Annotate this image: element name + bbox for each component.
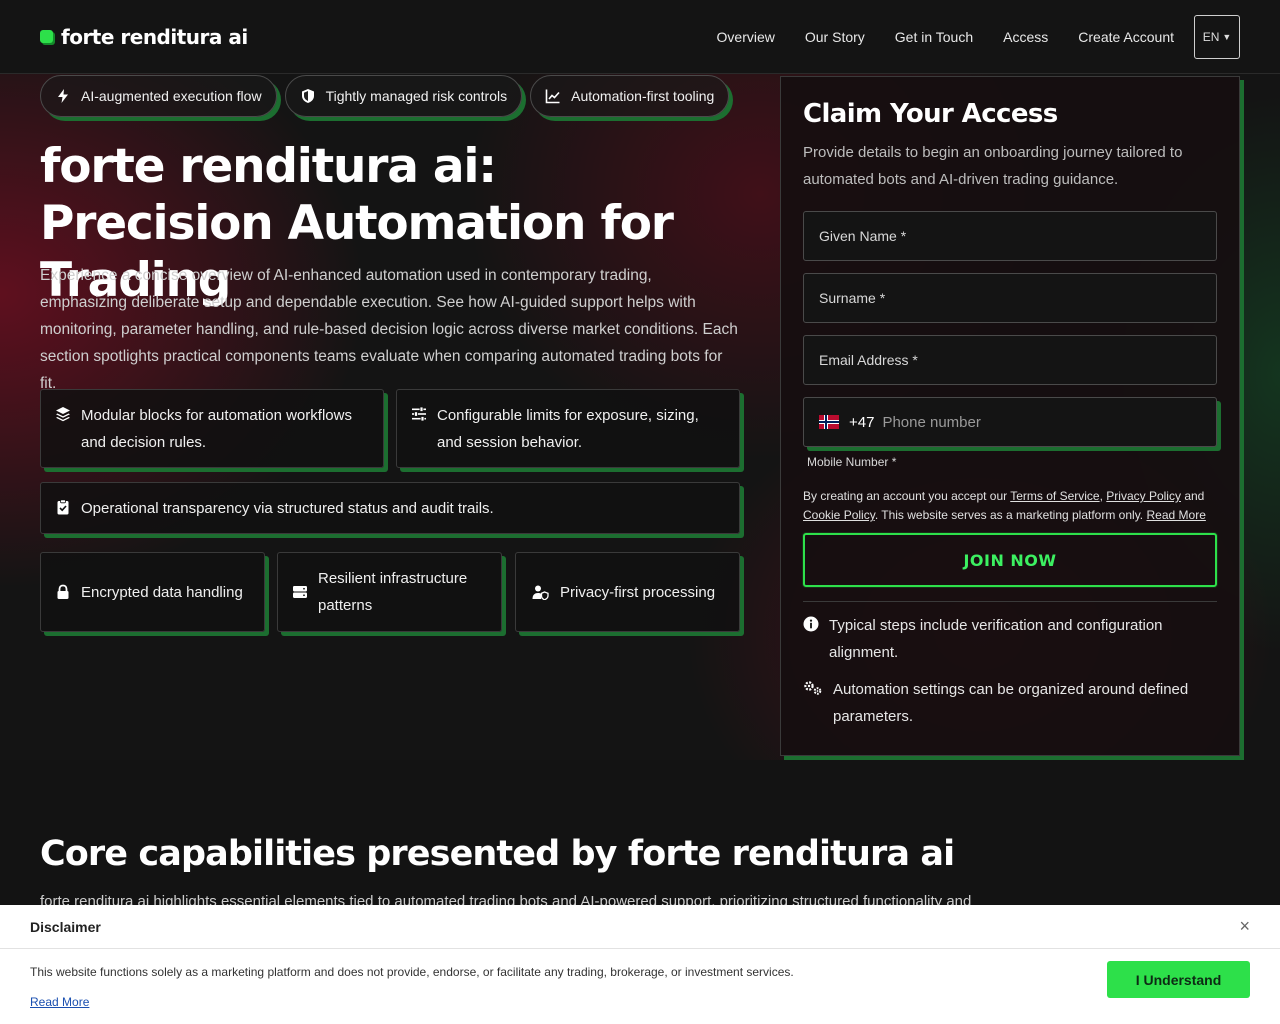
disclaimer-title: Disclaimer xyxy=(30,918,101,935)
info-circle-icon xyxy=(803,616,819,632)
language-code: EN xyxy=(1202,29,1220,44)
nav-create-account[interactable]: Create Account xyxy=(1078,29,1174,45)
feature-card-modular: Modular blocks for automation workflows … xyxy=(40,389,384,468)
user-shield-icon xyxy=(532,585,549,600)
lock-icon xyxy=(57,584,69,599)
feature-card-text: Configurable limits for exposure, sizing… xyxy=(437,407,699,451)
small-card-text: Encrypted data handling xyxy=(81,583,243,601)
chart-line-icon xyxy=(545,89,560,104)
read-more-link[interactable]: Read More xyxy=(1147,508,1206,522)
join-now-button[interactable]: JOIN NOW xyxy=(803,533,1217,587)
disclaimer-header: Disclaimer × xyxy=(0,905,1280,949)
norway-flag-icon[interactable] xyxy=(819,415,839,429)
note-text: Automation settings can be organized aro… xyxy=(833,681,1189,725)
cookie-policy-link[interactable]: Cookie Policy xyxy=(803,508,875,522)
disclaimer-banner: Disclaimer × This website functions sole… xyxy=(0,905,1280,1024)
signup-title: Claim Your Access xyxy=(803,99,1058,129)
close-icon[interactable]: × xyxy=(1239,916,1250,937)
pill-automation-tooling: Automation-first tooling xyxy=(530,75,730,117)
hero-lead: Experience a concise overview of AI-enha… xyxy=(40,267,738,392)
small-card-encrypted: Encrypted data handling xyxy=(40,552,265,632)
surname-placeholder: Surname * xyxy=(819,290,886,306)
disclaimer-body: This website functions solely as a marke… xyxy=(0,949,1280,1024)
given-name-placeholder: Given Name * xyxy=(819,228,907,244)
terms-and: and xyxy=(1184,489,1205,503)
note-text: Typical steps include verification and c… xyxy=(829,617,1163,661)
sliders-icon xyxy=(412,406,426,422)
pill-label: AI-augmented execution flow xyxy=(81,88,262,104)
clipboard-check-icon xyxy=(57,499,69,515)
brand-name: forte renditura ai xyxy=(61,24,248,49)
layers-icon xyxy=(56,407,70,422)
note-verification: Typical steps include verification and c… xyxy=(803,612,1217,666)
phone-label: Mobile Number * xyxy=(807,455,897,469)
feature-card-text: Modular blocks for automation workflows … xyxy=(81,407,352,451)
email-placeholder: Email Address * xyxy=(819,352,918,368)
email-field[interactable]: Email Address * xyxy=(803,335,1217,385)
i-understand-button[interactable]: I Understand xyxy=(1107,961,1250,998)
terms-of-service-link[interactable]: Terms of Service xyxy=(1010,489,1099,503)
brand[interactable]: forte renditura ai xyxy=(40,25,248,49)
chevron-down-icon: ▼ xyxy=(1222,31,1232,42)
nav-our-story[interactable]: Our Story xyxy=(805,29,865,45)
pill-label: Automation-first tooling xyxy=(571,88,715,104)
given-name-field[interactable]: Given Name * xyxy=(803,211,1217,261)
site-header: forte renditura ai Overview Our Story Ge… xyxy=(0,0,1280,74)
pill-execution-flow: AI-augmented execution flow xyxy=(40,75,277,117)
feature-card-limits: Configurable limits for exposure, sizing… xyxy=(396,389,740,468)
language-selector[interactable]: EN ▼ xyxy=(1194,14,1240,59)
brand-logo-icon xyxy=(40,30,53,43)
main-nav: Overview Our Story Get in Touch Access C… xyxy=(717,14,1240,59)
lightning-icon xyxy=(58,89,68,103)
phone-field[interactable]: +47 Phone number xyxy=(803,397,1217,447)
gears-icon xyxy=(804,681,822,695)
note-settings: Automation settings can be organized aro… xyxy=(803,676,1217,730)
nav-access[interactable]: Access xyxy=(1003,29,1048,45)
server-icon xyxy=(293,586,307,598)
feature-pills: AI-augmented execution flow Tightly mana… xyxy=(40,75,730,117)
privacy-policy-link[interactable]: Privacy Policy xyxy=(1106,489,1181,503)
terms-text: By creating an account you accept our Te… xyxy=(803,489,1206,522)
feature-card-text: Operational transparency via structured … xyxy=(81,500,494,517)
disclaimer-read-more-link[interactable]: Read More xyxy=(30,995,89,1009)
terms-suffix: . This website serves as a marketing pla… xyxy=(874,508,1144,522)
signup-subtitle: Provide details to begin an onboarding j… xyxy=(803,144,1183,188)
signup-panel: Claim Your Access Provide details to beg… xyxy=(780,76,1240,756)
surname-field[interactable]: Surname * xyxy=(803,273,1217,323)
divider xyxy=(803,601,1217,602)
small-card-privacy: Privacy-first processing xyxy=(515,552,740,632)
pill-label: Tightly managed risk controls xyxy=(325,88,508,104)
phone-placeholder: Phone number xyxy=(882,413,981,431)
feature-card-transparency: Operational transparency via structured … xyxy=(40,482,740,534)
small-card-text: Resilient infrastructure patterns xyxy=(318,570,468,614)
shield-icon xyxy=(301,89,314,103)
dial-code[interactable]: +47 xyxy=(849,414,874,431)
disclaimer-text: This website functions solely as a marke… xyxy=(30,965,794,979)
terms-prefix: By creating an account you accept our xyxy=(803,489,1008,503)
nav-overview[interactable]: Overview xyxy=(717,29,775,45)
small-card-text: Privacy-first processing xyxy=(560,583,716,601)
pill-risk-controls: Tightly managed risk controls xyxy=(284,75,523,117)
nav-get-in-touch[interactable]: Get in Touch xyxy=(895,29,973,45)
section-title: Core capabilities presented by forte ren… xyxy=(40,834,955,874)
small-card-infrastructure: Resilient infrastructure patterns xyxy=(277,552,502,632)
